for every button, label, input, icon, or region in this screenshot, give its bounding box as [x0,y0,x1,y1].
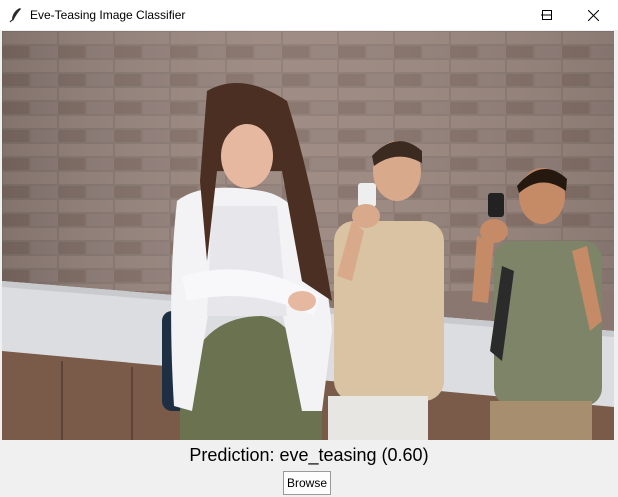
title-bar: Eve-Teasing Image Classifier [0,0,618,30]
close-button[interactable] [570,0,616,30]
maximize-button[interactable] [524,0,570,30]
photo-illustration [2,31,614,440]
close-icon [587,9,599,21]
uploaded-photo [2,31,614,440]
maximize-icon [542,10,552,20]
window-title: Eve-Teasing Image Classifier [30,8,186,22]
prediction-label: Prediction: eve_teasing (0.60) [189,445,429,465]
browse-button[interactable]: Browse [283,471,331,495]
feather-icon [9,8,21,23]
